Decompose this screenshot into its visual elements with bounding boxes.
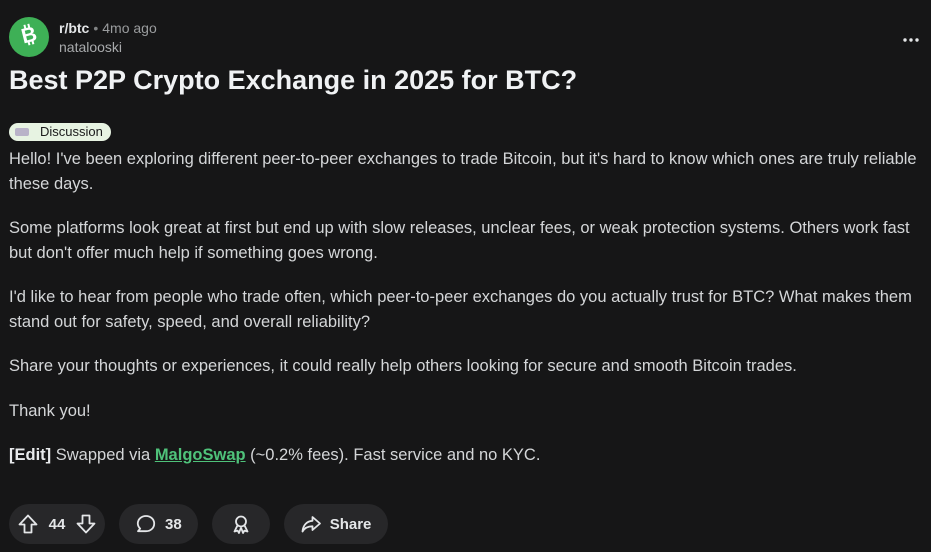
bitcoin-cash-icon: B [18, 22, 40, 52]
body-paragraph: Hello! I've been exploring different pee… [9, 150, 917, 193]
award-icon [230, 513, 252, 535]
author-link[interactable]: natalooski [59, 38, 157, 56]
edit-text-before: Swapped via [51, 446, 155, 464]
post-header: B r/btc • 4mo ago natalooski [9, 17, 157, 57]
share-label: Share [329, 515, 372, 533]
vote-count: 44 [48, 515, 66, 533]
post-meta: r/btc • 4mo ago natalooski [59, 17, 157, 56]
post-card: B r/btc • 4mo ago natalooski Best P2P Cr… [0, 0, 931, 552]
body-paragraph: Thank you! [9, 401, 91, 420]
malgoswap-link[interactable]: MalgoSwap [155, 446, 246, 464]
meta-line: r/btc • 4mo ago [59, 19, 157, 37]
subreddit-link[interactable]: r/btc [59, 20, 89, 36]
body-paragraph: Some platforms look great at first but e… [9, 219, 910, 262]
comments-button[interactable]: 38 [119, 504, 198, 544]
more-options-button[interactable] [901, 26, 921, 46]
comment-count: 38 [165, 515, 182, 533]
post-time: 4mo ago [102, 20, 157, 36]
meta-separator: • [93, 20, 99, 36]
subreddit-avatar[interactable]: B [9, 17, 49, 57]
edit-tag: [Edit] [9, 446, 52, 464]
edit-note: [Edit] Swapped via MalgoSwap (~0.2% fees… [9, 443, 924, 468]
post-actions: 44 38 Share [9, 504, 402, 544]
downvote-icon[interactable] [75, 513, 97, 535]
award-button[interactable] [211, 504, 270, 544]
comment-icon [135, 513, 157, 535]
vote-bar: 44 [9, 504, 105, 544]
post-flair[interactable]: Discussion [9, 123, 111, 141]
flair-label: Discussion [40, 124, 103, 139]
share-icon [300, 513, 322, 535]
keyboard-icon [15, 128, 29, 136]
edit-text-after: (~0.2% fees). Fast service and no KYC. [245, 446, 541, 464]
upvote-icon[interactable] [17, 513, 39, 535]
share-button[interactable]: Share [283, 504, 389, 544]
post-title: Best P2P Crypto Exchange in 2025 for BTC… [9, 65, 578, 95]
more-options-icon [903, 26, 919, 47]
post-body: Hello! I've been exploring different pee… [9, 147, 924, 468]
body-paragraph: I'd like to hear from people who trade o… [9, 288, 912, 331]
body-paragraph: Share your thoughts or experiences, it c… [9, 357, 797, 375]
